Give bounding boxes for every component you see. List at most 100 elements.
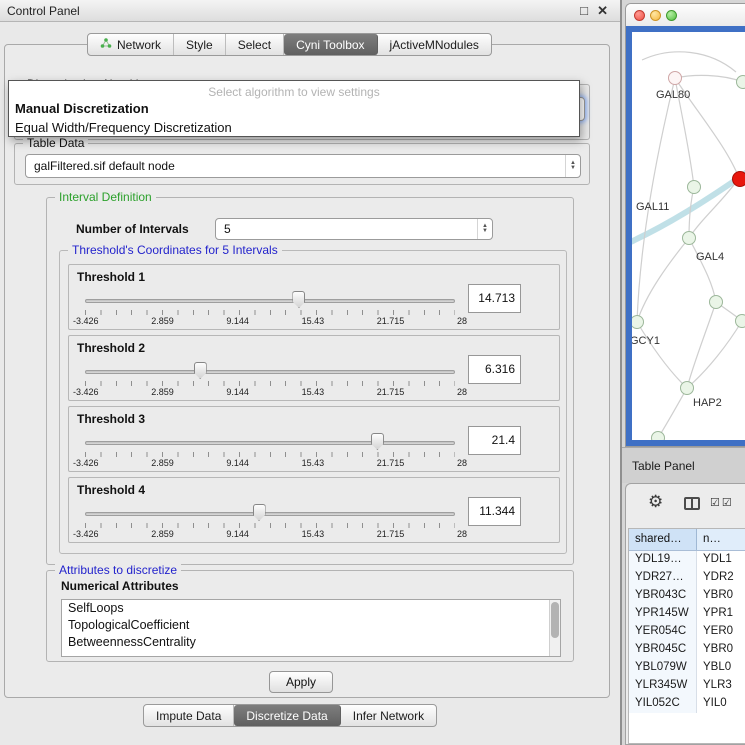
table-panel: ⚙ ☑☑ shared… n… YDL19…YDL1 YDR27…YDR2 YB… (625, 483, 745, 745)
settings-gear-icon[interactable]: ⚙ (648, 493, 663, 510)
zoom-traffic-light[interactable] (666, 10, 677, 21)
network-node[interactable] (736, 75, 745, 89)
tab-impute-data[interactable]: Impute Data (144, 705, 234, 726)
node-table: shared… n… YDL19…YDL1 YDR27…YDR2 YBR043C… (628, 528, 745, 744)
table-row[interactable]: YLR345WYLR3 (629, 677, 745, 695)
list-item[interactable]: TopologicalCoefficient (62, 617, 560, 634)
right-column: GAL80GAL11GAL4GCY1HAP2 Table Panel ⚙ ☑☑ … (622, 0, 745, 745)
network-node[interactable] (735, 314, 745, 328)
threshold-2-slider[interactable]: -3.4262.8599.14415.4321.71528 (85, 360, 455, 398)
slider-scale: -3.4262.8599.14415.4321.71528 (73, 529, 467, 539)
column-selector-icon[interactable] (684, 497, 700, 510)
slider-scale: -3.4262.8599.14415.4321.71528 (73, 316, 467, 326)
slider-track[interactable] (85, 441, 455, 445)
thresholds-group-title: Threshold's Coordinates for 5 Intervals (68, 243, 282, 257)
threshold-3-panel: Threshold 3 -3.4262.8599.14415.4321.7152… (68, 406, 560, 472)
slider-thumb[interactable] (194, 362, 207, 379)
slider-ticks (85, 381, 455, 386)
network-window-titlebar[interactable] (626, 4, 745, 26)
table-data-combo-value: galFiltered.sif default node (26, 159, 565, 173)
threshold-4-panel: Threshold 4 -3.4262.8599.14415.4321.7152… (68, 477, 560, 543)
bottom-tab-bar: Impute Data Discretize Data Infer Networ… (143, 704, 437, 727)
attributes-group-title: Attributes to discretize (55, 563, 181, 577)
tab-discretize-data[interactable]: Discretize Data (234, 705, 340, 726)
table-row[interactable]: YIL052CYIL0 (629, 695, 745, 713)
tab-cyni-toolbox[interactable]: Cyni Toolbox (284, 34, 377, 55)
list-item[interactable]: SelfLoops (62, 600, 560, 617)
table-data-combo[interactable]: galFiltered.sif default node ▲▼ (25, 154, 581, 178)
tab-infer-network[interactable]: Infer Network (341, 705, 436, 726)
network-node[interactable] (680, 381, 694, 395)
thresholds-group: Threshold's Coordinates for 5 Intervals … (59, 250, 567, 554)
table-panel-header[interactable]: Table Panel (622, 447, 745, 483)
table-row[interactable]: YER054CYER0 (629, 623, 745, 641)
checkbox-icons[interactable]: ☑☑ (710, 496, 734, 509)
tab-jactivemnodules[interactable]: jActiveMNodules (378, 34, 491, 55)
slider-track[interactable] (85, 512, 455, 516)
threshold-1-value[interactable]: 14.713 (468, 284, 521, 313)
network-node[interactable] (709, 295, 723, 309)
network-node[interactable] (687, 180, 701, 194)
table-data-group: Table Data galFiltered.sif default node … (14, 143, 590, 185)
table-row[interactable]: YBR043CYBR0 (629, 587, 745, 605)
threshold-1-slider[interactable]: -3.4262.8599.14415.4321.71528 (85, 289, 455, 327)
network-canvas[interactable]: GAL80GAL11GAL4GCY1HAP2 (632, 32, 745, 440)
table-panel-toolbar: ⚙ ☑☑ (626, 484, 745, 526)
dropdown-option-manual-discretization[interactable]: Manual Discretization (9, 100, 579, 119)
network-node-label: HAP2 (693, 397, 722, 409)
list-scrollbar[interactable] (549, 600, 560, 656)
threshold-3-value[interactable]: 21.4 (468, 426, 521, 455)
threshold-3-label: Threshold 3 (77, 412, 145, 426)
threshold-4-value[interactable]: 11.344 (468, 497, 521, 526)
slider-ticks (85, 310, 455, 315)
slider-thumb[interactable] (253, 504, 266, 521)
table-row[interactable]: YDR27…YDR2 (629, 569, 745, 587)
table-header-row: shared… n… (629, 529, 745, 551)
minimize-traffic-light[interactable] (650, 10, 661, 21)
list-item[interactable]: BetweennessCentrality (62, 634, 560, 651)
network-node[interactable] (732, 171, 745, 187)
tab-select[interactable]: Select (226, 34, 284, 55)
column-header-name[interactable]: n… (697, 529, 745, 550)
threshold-1-label: Threshold 1 (77, 270, 145, 284)
slider-ticks (85, 523, 455, 528)
numerical-attributes-list[interactable]: SelfLoops TopologicalCoefficient Between… (61, 599, 561, 657)
dropdown-placeholder: Select algorithm to view settings (9, 81, 579, 100)
slider-thumb[interactable] (292, 291, 305, 308)
threshold-2-panel: Threshold 2 -3.4262.8599.14415.4321.7152… (68, 335, 560, 401)
threshold-4-slider[interactable]: -3.4262.8599.14415.4321.71528 (85, 502, 455, 540)
threshold-3-slider[interactable]: -3.4262.8599.14415.4321.71528 (85, 431, 455, 469)
network-node-label: GAL11 (636, 201, 669, 213)
combo-stepper-icon[interactable]: ▲▼ (565, 155, 580, 177)
combo-stepper-icon[interactable]: ▲▼ (477, 219, 492, 239)
network-node-label: GAL80 (656, 89, 690, 101)
slider-track[interactable] (85, 299, 455, 303)
interval-definition-title: Interval Definition (55, 190, 156, 204)
column-header-shared-name[interactable]: shared… (629, 529, 697, 550)
interval-definition-group: Interval Definition Number of Intervals … (46, 197, 574, 565)
network-view-window: GAL80GAL11GAL4GCY1HAP2 (625, 3, 745, 447)
threshold-2-label: Threshold 2 (77, 341, 145, 355)
tab-network[interactable]: Network (88, 34, 174, 55)
dropdown-option-equal-width[interactable]: Equal Width/Frequency Discretization (9, 119, 579, 138)
network-frame: GAL80GAL11GAL4GCY1HAP2 (626, 26, 745, 446)
slider-thumb[interactable] (371, 433, 384, 450)
close-icon[interactable]: ✕ (597, 3, 608, 19)
network-node[interactable] (668, 71, 682, 85)
number-of-intervals-combo[interactable]: 5 ▲▼ (215, 218, 493, 240)
table-row[interactable]: YDL19…YDL1 (629, 551, 745, 569)
table-row[interactable]: YBL079WYBL0 (629, 659, 745, 677)
network-node[interactable] (651, 431, 665, 440)
close-traffic-light[interactable] (634, 10, 645, 21)
control-panel-titlebar[interactable]: Control Panel □ ✕ (0, 0, 620, 22)
table-row[interactable]: YPR145WYPR1 (629, 605, 745, 623)
window-title: Control Panel (7, 4, 80, 18)
tab-style[interactable]: Style (174, 34, 226, 55)
network-node[interactable] (682, 231, 696, 245)
table-row[interactable]: YBR045CYBR0 (629, 641, 745, 659)
threshold-2-value[interactable]: 6.316 (468, 355, 521, 384)
apply-button[interactable]: Apply (269, 671, 333, 693)
minimize-icon[interactable]: □ (580, 3, 588, 18)
scrollbar-thumb[interactable] (551, 602, 559, 638)
slider-track[interactable] (85, 370, 455, 374)
